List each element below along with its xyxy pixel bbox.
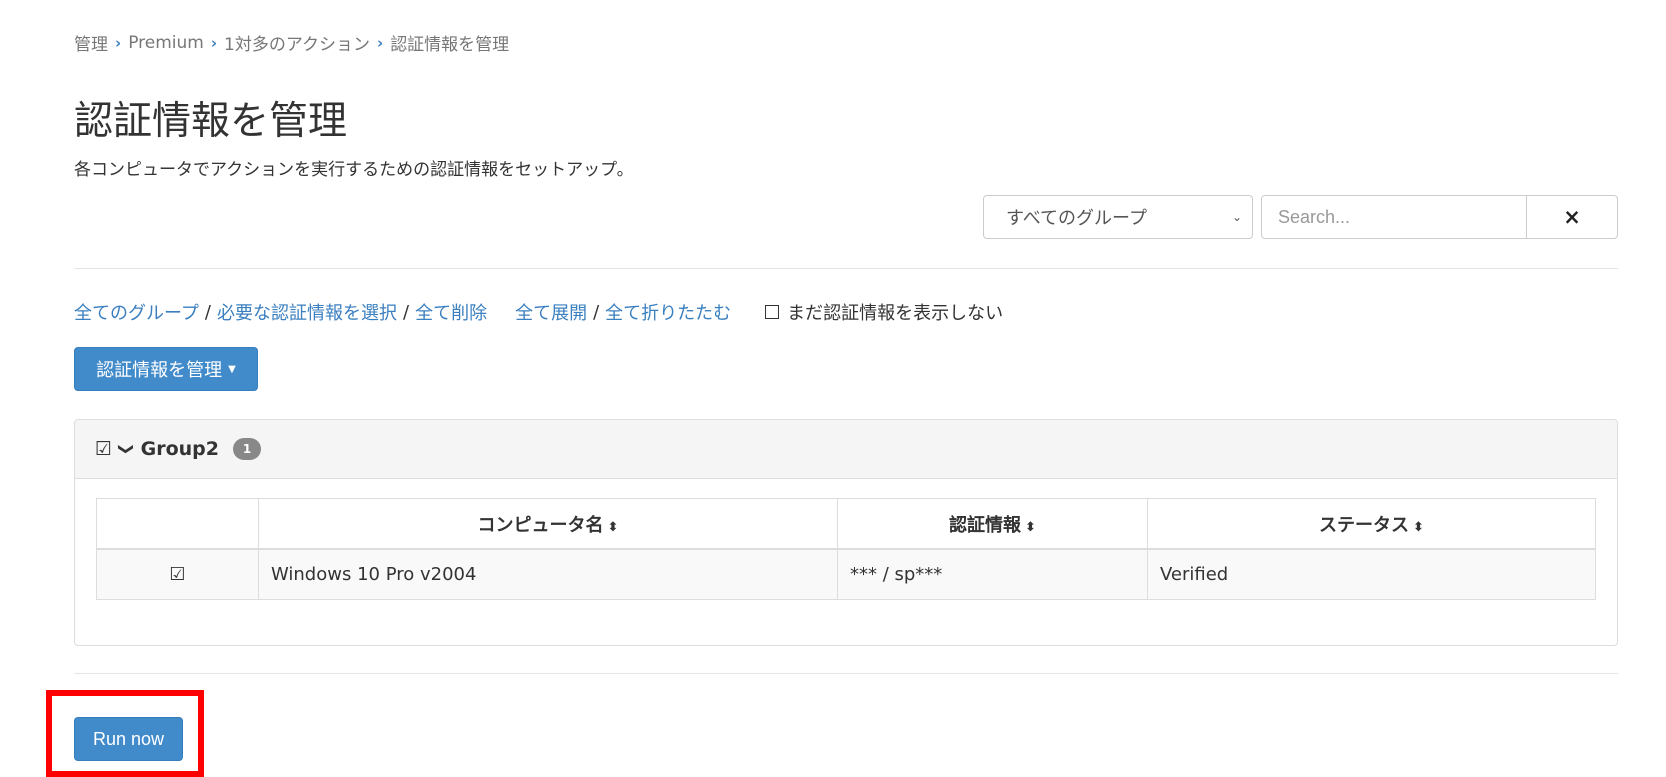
chevron-down-icon[interactable]: ❯ [117,443,135,456]
hide-credentials-checkbox[interactable] [765,305,780,319]
page-title: 認証情報を管理 [74,99,348,144]
status-cell: Verified [1147,548,1596,600]
all-groups-link[interactable]: 全てのグループ [74,299,199,325]
breadcrumb-item-current: 認証情報を管理 [390,35,510,55]
expand-all-link[interactable]: 全て展開 [515,299,587,325]
action-links: 全てのグループ / 必要な認証情報を選択 / 全て削除 全て展開 / 全て折りた… [74,299,1003,325]
credential-cell: *** / sp*** [837,548,1148,600]
group-count-badge: 1 [233,438,261,460]
search-group: × [1261,195,1618,239]
link-separator: / [204,301,211,323]
link-separator: / [403,301,410,323]
table-row: ☑ Windows 10 Pro v2004 *** / sp*** Verif… [96,548,1596,600]
breadcrumb-item-admin[interactable]: 管理 [74,30,108,55]
chevron-right-icon: › [377,33,384,52]
credentials-table: コンピュータ名 ⬍ 認証情報 ⬍ ステータス ⬍ ☑ Windows 10 Pro v… [96,498,1596,600]
run-now-button[interactable]: Run now [74,717,183,761]
column-header-status[interactable]: ステータス ⬍ [1147,498,1596,550]
group-select[interactable]: すべてのグループ ⌄ [983,195,1253,239]
divider [74,673,1618,674]
sort-icon: ⬍ [1413,519,1424,535]
caret-down-icon: ▼ [228,363,236,375]
group-panel-header: ☑ ❯ Group2 1 [75,420,1617,479]
group-checkbox[interactable]: ☑ [95,438,112,460]
group-select-value: すべてのグループ [1006,208,1147,229]
column-header-computer[interactable]: コンピュータ名 ⬍ [258,498,838,550]
select-column-header [96,498,259,550]
column-header-credential-label: 認証情報 [949,514,1022,536]
sort-icon: ⬍ [607,519,619,535]
column-header-credential[interactable]: 認証情報 ⬍ [837,498,1148,550]
search-input[interactable] [1262,196,1526,238]
chevron-right-icon: › [115,33,122,52]
breadcrumb-item-premium[interactable]: Premium [128,33,204,53]
group-panel: ☑ ❯ Group2 1 コンピュータ名⬍ 認証情報⬍ ステータス⬍ ☑ [74,419,1618,646]
column-header-status-label: ステータス [1319,514,1410,536]
group-name: Group2 [140,438,219,460]
link-separator: / [593,301,600,323]
manage-credentials-label: 認証情報を管理 [96,360,223,381]
page-subtitle: 各コンピュータでアクションを実行するための認証情報をセットアップ。 [74,160,634,180]
table-header-row: コンピュータ名 ⬍ 認証情報 ⬍ ステータス ⬍ [96,498,1596,550]
manage-credentials-button[interactable]: 認証情報を管理 ▼ [74,347,258,391]
breadcrumb: 管理 › Premium › 1対多のアクション › 認証情報を管理 [74,30,510,56]
collapse-all-link[interactable]: 全て折りたたむ [605,299,731,325]
delete-all-link[interactable]: 全て削除 [415,299,487,325]
row-checkbox[interactable]: ☑ [96,548,259,600]
chevron-right-icon: › [210,33,218,52]
computer-name-cell: Windows 10 Pro v2004 [258,548,838,600]
sort-icon: ⬍ [1025,519,1036,535]
select-required-link[interactable]: 必要な認証情報を選択 [217,299,397,325]
hide-credentials-label: まだ認証情報を表示しない [787,303,1004,324]
column-header-computer-label: コンピュータ名 [477,514,604,536]
close-icon[interactable]: × [1526,196,1617,238]
breadcrumb-item-one-to-many[interactable]: 1対多のアクション [224,30,370,55]
chevron-down-icon: ⌄ [1231,210,1242,224]
divider [74,268,1618,269]
